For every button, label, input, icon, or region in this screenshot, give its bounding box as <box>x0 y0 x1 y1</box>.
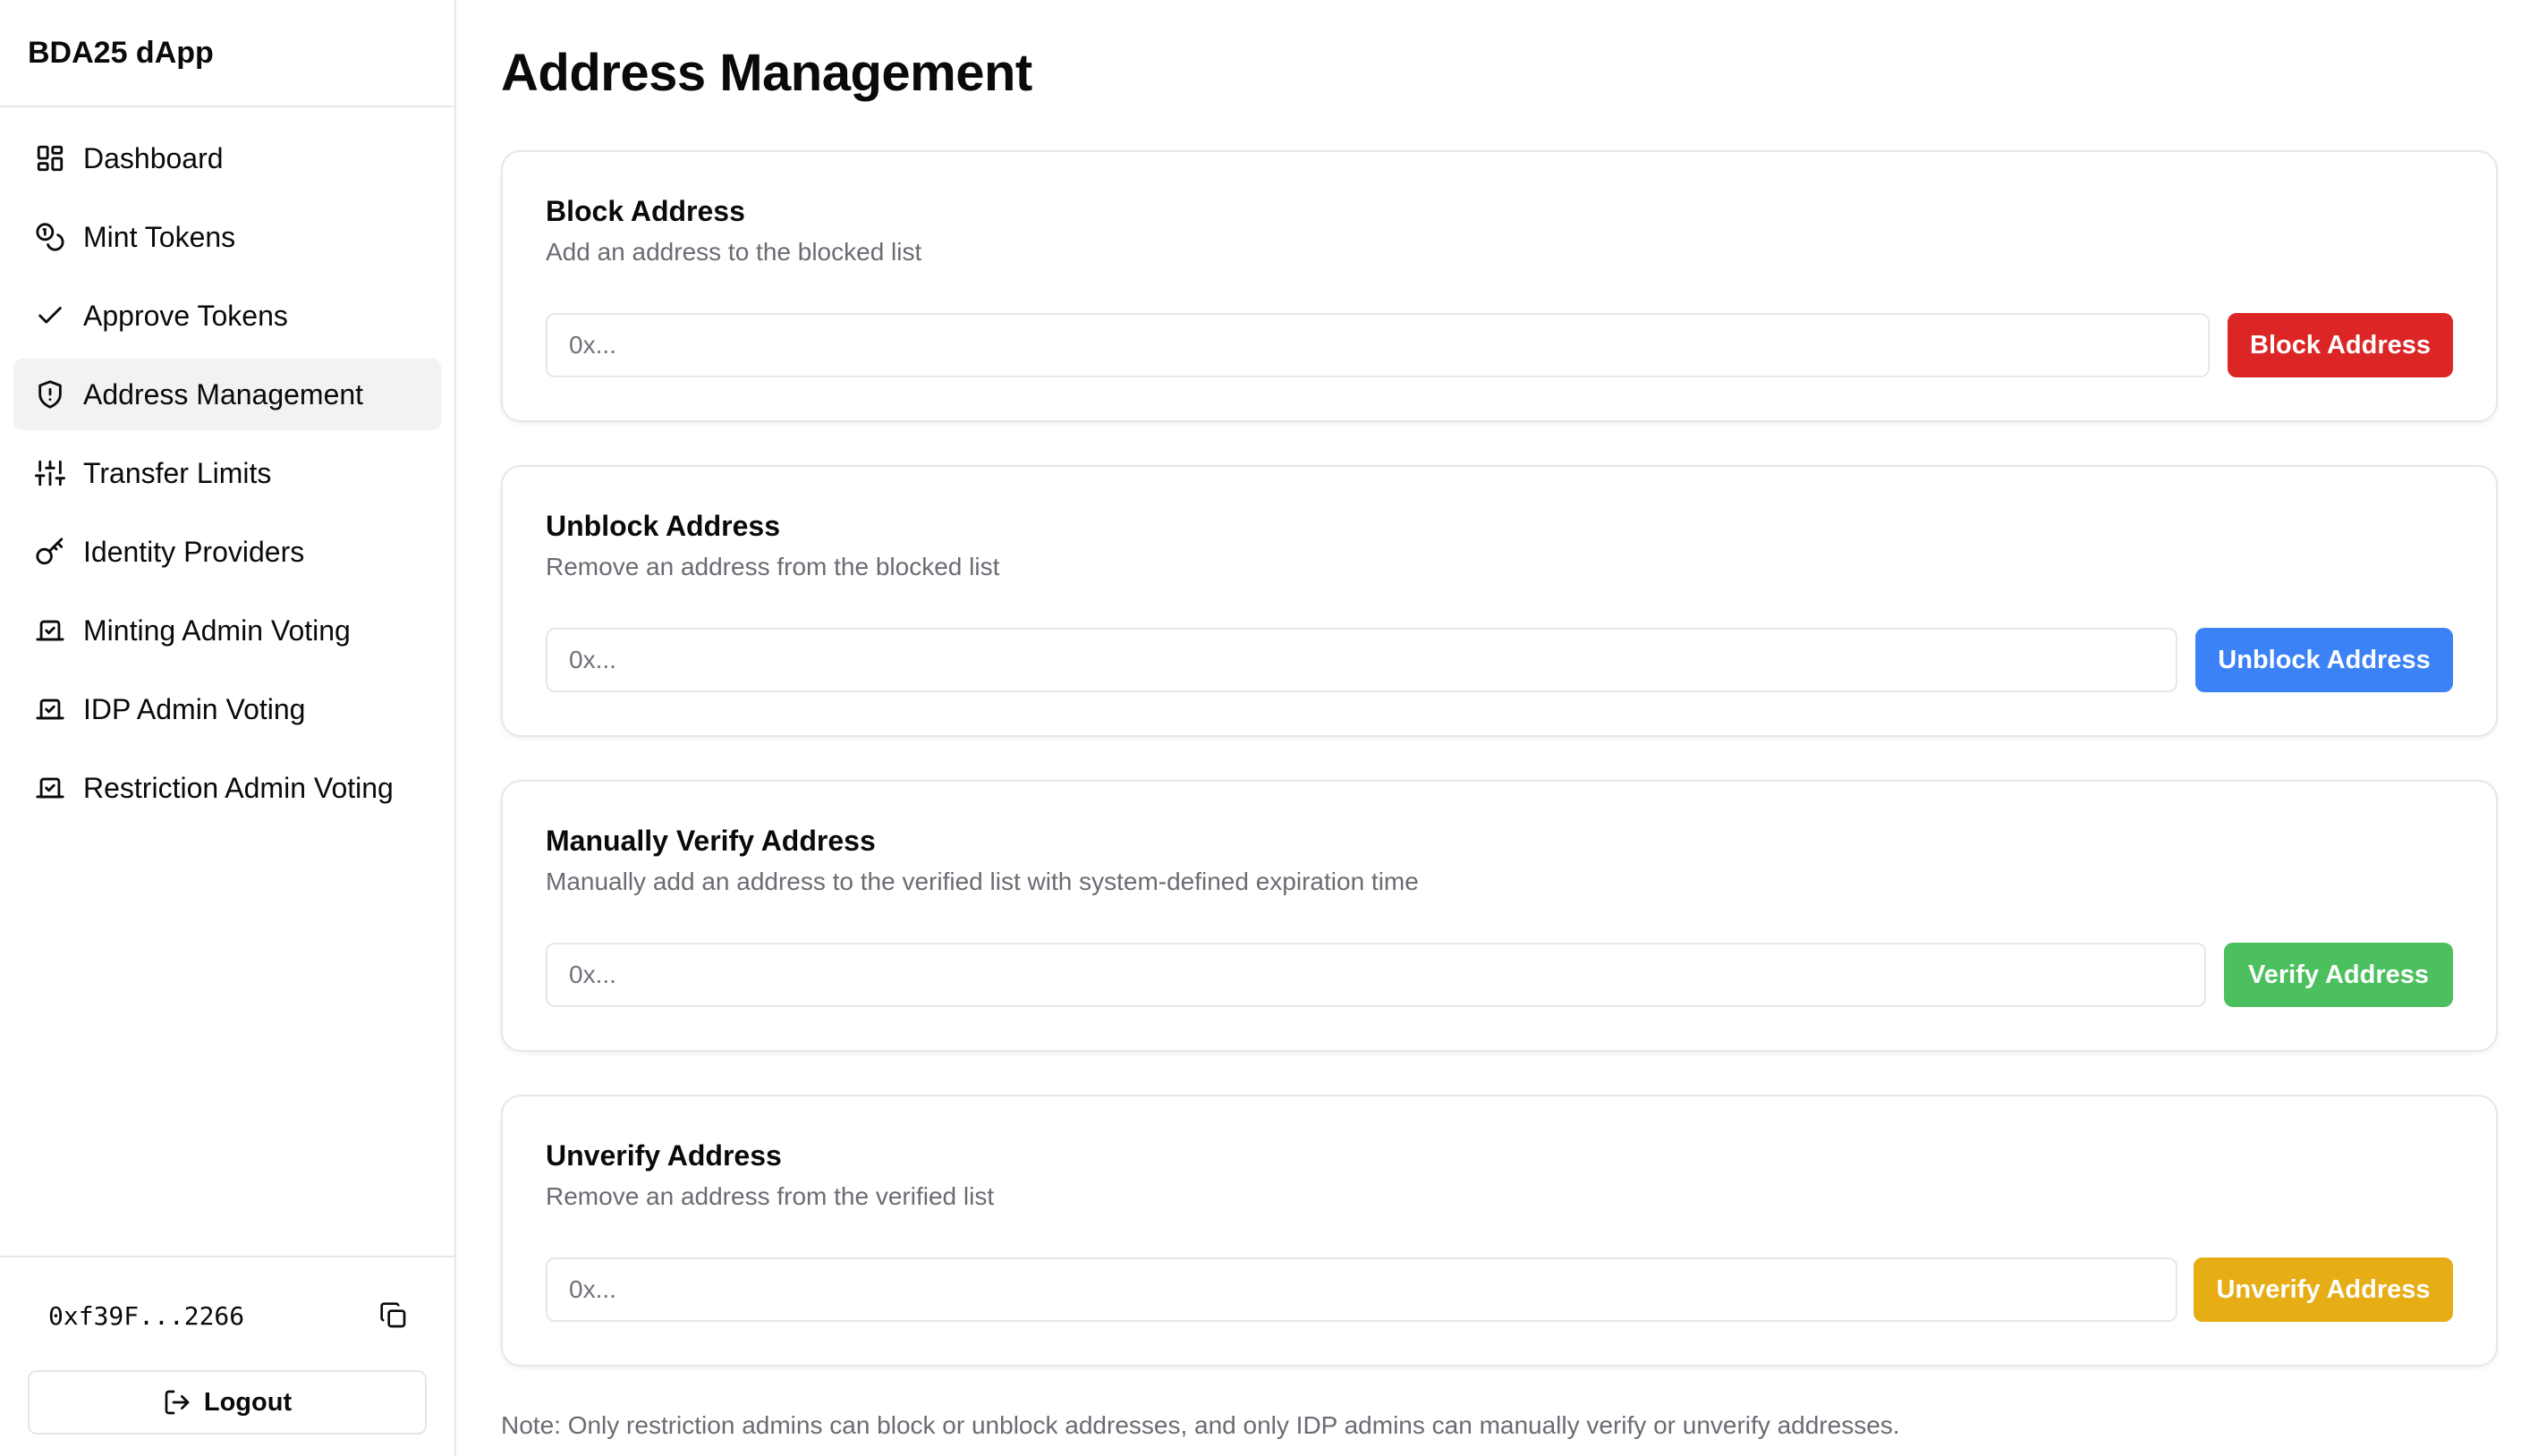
logout-icon <box>165 1390 190 1415</box>
shield-icon <box>35 379 65 410</box>
app-title: BDA25 dApp <box>0 0 454 107</box>
page-title: Address Management <box>501 44 1032 102</box>
sidebar-item-label: Address Management <box>83 377 364 411</box>
coins-icon <box>35 222 65 252</box>
sidebar-item-idp-admin-voting[interactable]: IDP Admin Voting <box>13 673 441 745</box>
unblock-address-input[interactable] <box>546 628 2177 692</box>
main-content: Address Management Block Address Add an … <box>501 0 2498 1456</box>
sidebar-item-dashboard[interactable]: Dashboard <box>13 123 441 194</box>
sidebar-item-restriction-admin-voting[interactable]: Restriction Admin Voting <box>13 752 441 824</box>
block-address-input[interactable] <box>546 313 2210 377</box>
sidebar-item-label: Transfer Limits <box>83 456 272 489</box>
dashboard-icon <box>35 143 65 174</box>
unverify-address-input[interactable] <box>546 1257 2177 1322</box>
vote-icon <box>35 615 65 646</box>
unblock-address-card: Unblock Address Remove an address from t… <box>501 465 2498 737</box>
sidebar-item-label: Identity Providers <box>83 535 305 568</box>
logout-button[interactable]: Logout <box>28 1370 427 1435</box>
sidebar-item-identity-providers[interactable]: Identity Providers <box>13 516 441 588</box>
card-title: Block Address <box>546 195 745 227</box>
sidebar-item-mint-tokens[interactable]: Mint Tokens <box>13 201 441 273</box>
sidebar-item-label: Minting Admin Voting <box>83 614 351 647</box>
vote-icon <box>35 773 65 803</box>
card-description: Manually add an address to the verified … <box>546 868 1419 895</box>
card-description: Remove an address from the verified list <box>546 1182 995 1210</box>
card-title: Unblock Address <box>546 510 780 542</box>
sidebar-nav: Dashboard Mint Tokens Approve Tokens Add… <box>13 123 441 831</box>
sidebar-item-label: Mint Tokens <box>83 220 236 253</box>
copy-icon[interactable] <box>376 1298 412 1333</box>
block-address-card: Block Address Add an address to the bloc… <box>501 150 2498 422</box>
check-icon <box>35 301 65 331</box>
card-title: Manually Verify Address <box>546 825 876 857</box>
sidebar: BDA25 dApp Dashboard Mint Tokens Approve… <box>0 0 456 1456</box>
verify-address-input[interactable] <box>546 943 2206 1007</box>
unblock-address-button[interactable]: Unblock Address <box>2195 628 2453 692</box>
card-description: Add an address to the blocked list <box>546 238 922 266</box>
sidebar-item-label: IDP Admin Voting <box>83 692 306 725</box>
sidebar-item-approve-tokens[interactable]: Approve Tokens <box>13 280 441 351</box>
unverify-address-button[interactable]: Unverify Address <box>2194 1257 2453 1322</box>
sidebar-item-label: Restriction Admin Voting <box>83 771 394 804</box>
key-icon <box>35 537 65 567</box>
sidebar-item-transfer-limits[interactable]: Transfer Limits <box>13 437 441 509</box>
wallet-address: 0xf39F...2266 <box>48 1300 245 1331</box>
wallet-info: 0xf39F...2266 <box>48 1293 412 1338</box>
card-description: Remove an address from the blocked list <box>546 553 1000 580</box>
card-title: Unverify Address <box>546 1139 782 1172</box>
vote-icon <box>35 694 65 724</box>
sliders-icon <box>35 458 65 488</box>
verify-address-card: Manually Verify Address Manually add an … <box>501 780 2498 1052</box>
block-address-button[interactable]: Block Address <box>2228 313 2453 377</box>
sidebar-item-label: Dashboard <box>83 141 224 174</box>
logout-label: Logout <box>203 1387 293 1417</box>
unverify-address-card: Unverify Address Remove an address from … <box>501 1095 2498 1367</box>
sidebar-item-label: Approve Tokens <box>83 299 288 332</box>
sidebar-item-address-management[interactable]: Address Management <box>13 359 441 430</box>
sidebar-item-minting-admin-voting[interactable]: Minting Admin Voting <box>13 595 441 666</box>
sidebar-footer: 0xf39F...2266 Logout <box>0 1256 454 1456</box>
verify-address-button[interactable]: Verify Address <box>2224 943 2453 1007</box>
permissions-note: Note: Only restriction admins can block … <box>501 1411 1900 1439</box>
